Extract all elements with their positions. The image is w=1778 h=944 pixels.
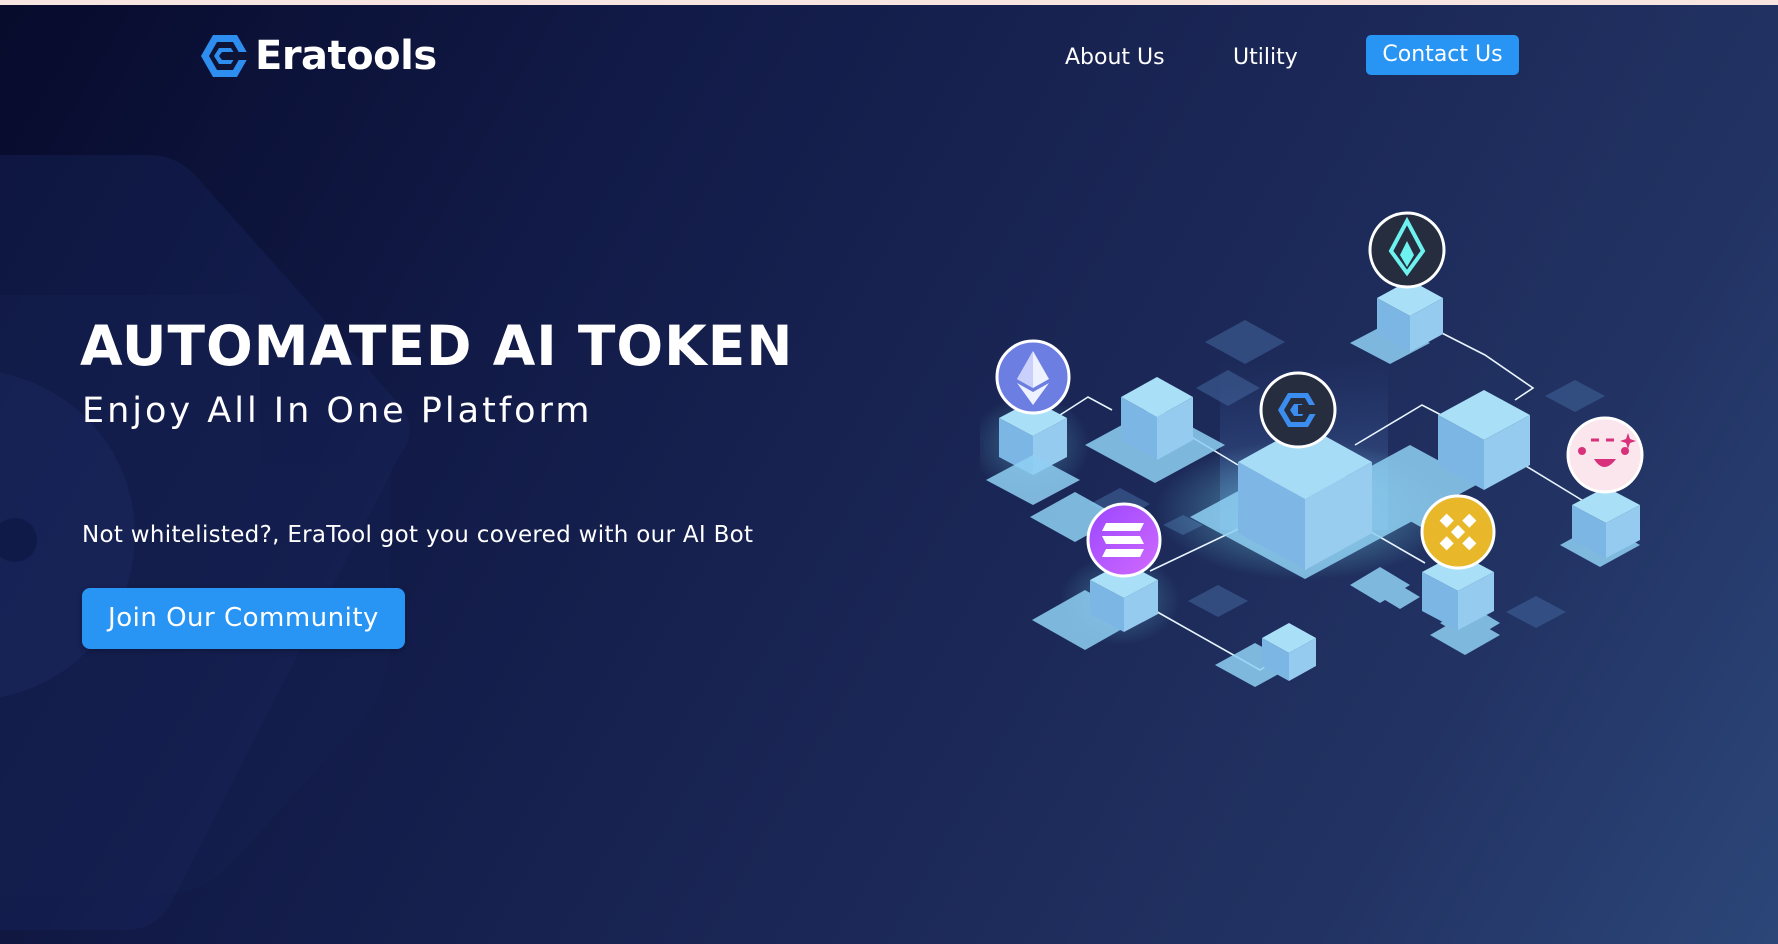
- binance-icon: [1420, 494, 1496, 570]
- brand-name: Eratools: [255, 33, 437, 79]
- hero-subtitle: Enjoy All In One Platform: [82, 391, 593, 431]
- nav-about-us[interactable]: About Us: [1065, 39, 1165, 77]
- eratools-logo-icon: [201, 35, 250, 77]
- meme-face-icon: [1566, 416, 1644, 494]
- ethereum-icon: [995, 339, 1071, 415]
- blockchain-illustration: [980, 211, 1644, 687]
- hero-description: Not whitelisted?, EraTool got you covere…: [82, 522, 754, 548]
- solana-icon: [1086, 502, 1162, 578]
- hero-section: Eratools About Us Utility Contact Us AUT…: [0, 5, 1778, 944]
- contact-us-button[interactable]: Contact Us: [1366, 35, 1519, 75]
- hero-title: AUTOMATED AI TOKEN: [80, 314, 794, 378]
- arweave-icon: [1368, 211, 1446, 289]
- brand-logo[interactable]: Eratools: [200, 30, 437, 82]
- join-community-button[interactable]: Join Our Community: [82, 588, 405, 649]
- eratools-token-icon: [1259, 371, 1337, 449]
- nav-utility[interactable]: Utility: [1233, 39, 1298, 77]
